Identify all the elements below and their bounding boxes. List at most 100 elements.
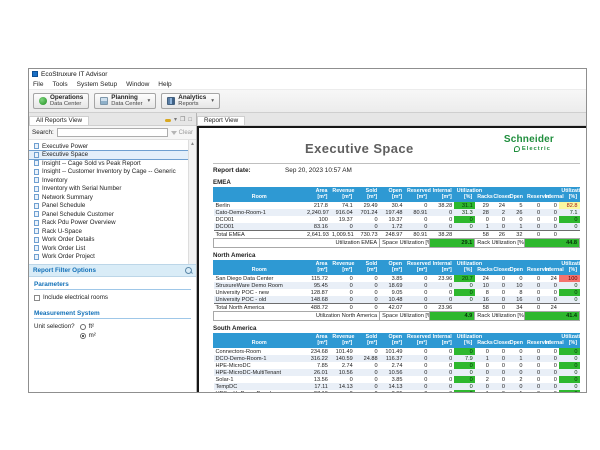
table-row: San Diego Data Center115.72003.85023.962… (214, 275, 580, 283)
total-cell: 58 (475, 231, 491, 239)
reports-panel: All Reports View ▾ ❐ □ Search: Clear Exe… (29, 113, 197, 392)
report-header: Executive Space Schneider Electric (213, 134, 580, 161)
toolbar-button-planning[interactable]: PlanningData Center▾ (94, 93, 156, 109)
table-cell: 0 (542, 209, 559, 216)
table-cell: 0 (542, 223, 559, 231)
include-electrical-rooms-row[interactable]: Include electrical rooms (34, 294, 191, 301)
summary-cell: Utilization EMEA (214, 239, 380, 248)
main-toolbar: OperationsData Center PlanningData Center… (29, 90, 586, 113)
tree-item-work-order-details[interactable]: Work Order Details (29, 236, 196, 245)
column-header: Area[m²] (305, 188, 330, 202)
table-cell: HPE-MicroDC (214, 362, 306, 369)
window-title: EcoStruxure IT Advisor (41, 71, 107, 78)
table-cell: 128.87 (305, 289, 330, 296)
menu-item-window[interactable]: Window (126, 81, 149, 88)
menu-item-file[interactable]: File (33, 81, 43, 88)
table-cell: 0 (429, 348, 454, 356)
tree-item-rack-pdu-power-overview[interactable]: Rack Pdu Power Overview (29, 219, 196, 228)
menu-item-system-setup[interactable]: System Setup (77, 81, 117, 88)
toolbar-button-analytics[interactable]: AnalyticsReports▾ (161, 93, 220, 109)
unit-option-ft2[interactable]: ft² (80, 323, 96, 330)
tree-scrollbar[interactable]: ▲ (188, 140, 196, 264)
table-cell: UPS-with-PowerPanel (214, 390, 306, 392)
include-electrical-rooms-checkbox[interactable] (34, 295, 40, 301)
column-header: Area[m²] (305, 261, 330, 275)
tree-item-panel-schedule-customer[interactable]: Panel Schedule Customer (29, 210, 196, 219)
float-panel-icon[interactable]: ❐ (180, 117, 185, 123)
tree-item-inventory-with-serial-number[interactable]: Inventory with Serial Number (29, 185, 196, 194)
table-cell: 0 (429, 223, 454, 231)
utilization-bar: 44.8 (525, 239, 580, 248)
parameters-heading: Parameters (34, 281, 191, 290)
toolbar-button-operations[interactable]: OperationsData Center (33, 93, 89, 109)
tree-item-insight-customer-inventory-by-cage-generic[interactable]: Insight -- Customer Inventory by Cage --… (29, 168, 196, 177)
tree-item-inventory[interactable]: Inventory (29, 176, 196, 185)
report-doc-icon (34, 169, 39, 175)
section-name: EMEA (213, 179, 580, 186)
report-title: Executive Space (305, 141, 414, 156)
clear-filter-button[interactable]: Clear (171, 130, 193, 136)
table-cell: University POC - old (214, 296, 306, 304)
radio-m2[interactable] (80, 333, 86, 339)
table-cell: 31.3 (454, 209, 474, 216)
table-cell: 8 (507, 289, 525, 296)
table-cell: 10 (507, 282, 525, 289)
table-cell: 0 (355, 296, 380, 304)
tab-report-view[interactable]: Report View (197, 116, 245, 125)
total-row: Total EMEA2,641.931,009.51730.73248.9780… (214, 231, 580, 239)
chevron-down-icon[interactable]: ▾ (174, 117, 177, 123)
report-filter-options-header[interactable]: Report Filter Options (29, 264, 196, 277)
tree-item-work-order-list[interactable]: Work Order List (29, 244, 196, 253)
total-cell: 0 (525, 304, 543, 312)
tree-item-panel-schedule[interactable]: Panel Schedule (29, 202, 196, 211)
column-header: Internal[m²] (429, 261, 454, 275)
measurement-system-heading: Measurement System (34, 310, 191, 319)
table-cell: 0 (491, 369, 507, 376)
tree-item-insight-cage-sold-vs-peak-report[interactable]: Insight -- Cage Sold vs Peak Report (29, 159, 196, 168)
summary-cell: Rack Utilization [%] (475, 239, 525, 248)
funnel-icon (171, 131, 177, 135)
table-cell: 0 (454, 390, 474, 392)
tab-all-reports-view[interactable]: All Reports View (29, 116, 89, 125)
menu-item-tools[interactable]: Tools (52, 81, 67, 88)
report-view-panel: Report View Executive Space Schneider El… (197, 113, 586, 392)
menu-item-help[interactable]: Help (158, 81, 171, 88)
tree-item-network-summary[interactable]: Network Summary (29, 193, 196, 202)
column-header: Room (214, 188, 306, 202)
dock-row: All Reports View ▾ ❐ □ Search: Clear Exe… (29, 113, 586, 392)
tree-item-executive-power[interactable]: Executive Power (29, 142, 196, 151)
tree-item-executive-space[interactable]: Executive Space (29, 151, 196, 160)
table-cell: 0 (525, 355, 543, 362)
table-cell: 2.74 (380, 362, 405, 369)
table-cell: 0 (355, 348, 380, 356)
table-cell: 0 (559, 355, 580, 362)
table-cell: 0 (429, 216, 454, 223)
table-cell: 0 (542, 216, 559, 223)
utilization-summary-row: Utilization North AmericaSpace Utilizati… (214, 312, 580, 321)
schneider-electric-logo: Schneider Electric (504, 135, 554, 152)
unit-option-m2[interactable]: m² (80, 332, 96, 339)
dropdown-caret-icon[interactable]: ▾ (148, 98, 151, 104)
column-header: Internal[m²] (429, 334, 454, 348)
table-cell: 24 (475, 275, 491, 283)
left-tabbar: All Reports View ▾ ❐ □ (29, 113, 196, 126)
table-cell: 101.49 (380, 348, 405, 356)
clear-label: Clear (179, 130, 193, 136)
table-cell: 0 (491, 383, 507, 390)
header-divider (213, 163, 580, 164)
radio-ft2[interactable] (80, 324, 86, 330)
dropdown-caret-icon[interactable]: ▾ (211, 98, 214, 104)
tree-item-work-order-project[interactable]: Work Order Project (29, 253, 196, 262)
tree-item-rack-u-space[interactable]: Rack U-Space (29, 227, 196, 236)
total-cell: 24 (542, 304, 559, 312)
maximize-panel-icon[interactable]: □ (188, 117, 192, 123)
table-cell: 0 (542, 362, 559, 369)
report-doc-icon (34, 203, 39, 209)
table-cell: 148.68 (305, 296, 330, 304)
total-cell: 248.97 (380, 231, 405, 239)
key-icon[interactable] (165, 119, 171, 122)
table-cell: University POC - new (214, 289, 306, 296)
total-cell: Total EMEA (214, 231, 306, 239)
search-input[interactable] (57, 128, 168, 137)
table-cell: 7.85 (305, 362, 330, 369)
